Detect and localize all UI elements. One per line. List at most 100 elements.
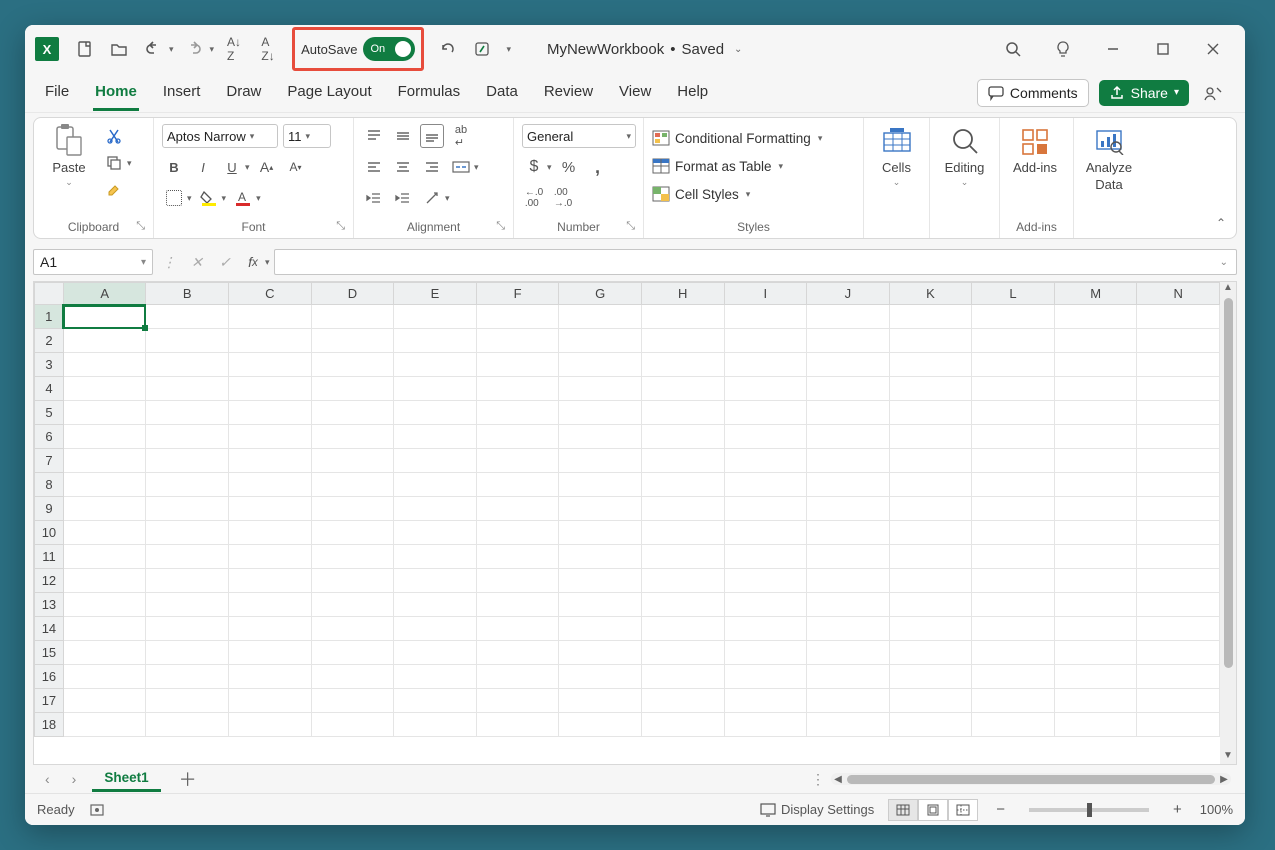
cell[interactable] — [641, 689, 724, 713]
collapse-ribbon-icon[interactable]: ⌃ — [1216, 216, 1226, 230]
open-file-icon[interactable] — [105, 35, 133, 63]
decrease-font-icon[interactable]: A▾ — [284, 155, 308, 179]
cell[interactable] — [394, 521, 477, 545]
cell[interactable] — [889, 641, 972, 665]
chevron-down-icon[interactable]: ▾ — [127, 158, 132, 169]
cell[interactable] — [146, 377, 229, 401]
cell[interactable] — [724, 305, 807, 329]
search-icon[interactable] — [991, 30, 1035, 68]
row-header[interactable]: 10 — [35, 521, 64, 545]
cell[interactable] — [394, 329, 477, 353]
cell[interactable] — [63, 713, 146, 737]
cell[interactable] — [889, 425, 972, 449]
present-icon[interactable] — [1199, 79, 1227, 107]
cell[interactable] — [229, 569, 312, 593]
dialog-launcher-icon[interactable]: ⤡ — [496, 220, 505, 233]
cell[interactable] — [559, 305, 642, 329]
cell[interactable] — [476, 641, 559, 665]
column-header[interactable]: G — [559, 283, 642, 305]
cell[interactable] — [1054, 329, 1137, 353]
expand-formula-bar-icon[interactable]: ⌄ — [1220, 257, 1228, 268]
column-header[interactable]: L — [972, 283, 1055, 305]
cell[interactable] — [559, 521, 642, 545]
row-header[interactable]: 12 — [35, 569, 64, 593]
cell[interactable] — [972, 689, 1055, 713]
cell[interactable] — [972, 425, 1055, 449]
cell[interactable] — [807, 305, 890, 329]
cell[interactable] — [889, 377, 972, 401]
cell[interactable] — [394, 569, 477, 593]
align-center-icon[interactable] — [391, 155, 415, 179]
fill-color-icon[interactable] — [197, 186, 221, 210]
cell[interactable] — [63, 665, 146, 689]
cell[interactable] — [889, 713, 972, 737]
cell[interactable] — [559, 569, 642, 593]
cell[interactable] — [972, 665, 1055, 689]
cell[interactable] — [1137, 401, 1220, 425]
redo-dropdown-icon[interactable]: ▾ — [210, 44, 215, 55]
increase-font-icon[interactable]: A▴ — [255, 155, 279, 179]
cell[interactable] — [63, 617, 146, 641]
column-header[interactable]: F — [476, 283, 559, 305]
increase-indent-icon[interactable] — [391, 186, 415, 210]
cell[interactable] — [641, 521, 724, 545]
cell[interactable] — [1054, 305, 1137, 329]
workbook-title[interactable]: MyNewWorkbook • Saved ⌄ — [547, 41, 742, 58]
row-header[interactable]: 18 — [35, 713, 64, 737]
cell[interactable] — [394, 713, 477, 737]
cell[interactable] — [972, 617, 1055, 641]
column-header[interactable]: H — [641, 283, 724, 305]
cell[interactable] — [807, 641, 890, 665]
cell[interactable] — [311, 665, 394, 689]
cell[interactable] — [63, 473, 146, 497]
cell[interactable] — [724, 617, 807, 641]
cell[interactable] — [724, 497, 807, 521]
cell[interactable] — [972, 353, 1055, 377]
name-box[interactable]: A1▾ — [33, 249, 153, 275]
font-size-dropdown[interactable]: 11▾ — [283, 124, 331, 148]
cell[interactable] — [394, 665, 477, 689]
cell[interactable] — [229, 497, 312, 521]
row-header[interactable]: 16 — [35, 665, 64, 689]
row-header[interactable]: 3 — [35, 353, 64, 377]
cell[interactable] — [1137, 569, 1220, 593]
cell[interactable] — [972, 449, 1055, 473]
cell[interactable] — [724, 689, 807, 713]
decrease-decimal-icon[interactable]: .00→.0 — [551, 186, 575, 210]
cell[interactable] — [1054, 593, 1137, 617]
cell[interactable] — [146, 545, 229, 569]
cell[interactable] — [641, 401, 724, 425]
qat-customize-icon[interactable]: ▾ — [506, 44, 511, 55]
cell[interactable] — [63, 401, 146, 425]
cell[interactable] — [724, 377, 807, 401]
align-right-icon[interactable] — [420, 155, 444, 179]
align-left-icon[interactable] — [362, 155, 386, 179]
borders-icon[interactable] — [162, 186, 186, 210]
cell[interactable] — [476, 713, 559, 737]
cell[interactable] — [63, 569, 146, 593]
cell[interactable] — [1054, 713, 1137, 737]
cell[interactable] — [559, 473, 642, 497]
cell[interactable] — [972, 401, 1055, 425]
cell[interactable] — [146, 521, 229, 545]
cell[interactable] — [63, 449, 146, 473]
cell[interactable] — [146, 617, 229, 641]
cell[interactable] — [229, 449, 312, 473]
tab-page-layout[interactable]: Page Layout — [285, 75, 373, 111]
cell[interactable] — [229, 521, 312, 545]
column-header[interactable]: J — [807, 283, 890, 305]
sync-icon[interactable] — [468, 35, 496, 63]
minimize-button[interactable] — [1091, 30, 1135, 68]
chevron-down-icon[interactable]: ▾ — [222, 193, 227, 204]
underline-button[interactable]: U — [220, 155, 244, 179]
cell[interactable] — [889, 449, 972, 473]
cell[interactable] — [394, 473, 477, 497]
font-name-dropdown[interactable]: Aptos Narrow▾ — [162, 124, 278, 148]
cell[interactable] — [559, 713, 642, 737]
cell[interactable] — [641, 545, 724, 569]
cancel-formula-icon[interactable]: ✕ — [185, 250, 209, 274]
row-header[interactable]: 2 — [35, 329, 64, 353]
cell[interactable] — [1054, 665, 1137, 689]
cell[interactable] — [1137, 425, 1220, 449]
cell[interactable] — [146, 689, 229, 713]
